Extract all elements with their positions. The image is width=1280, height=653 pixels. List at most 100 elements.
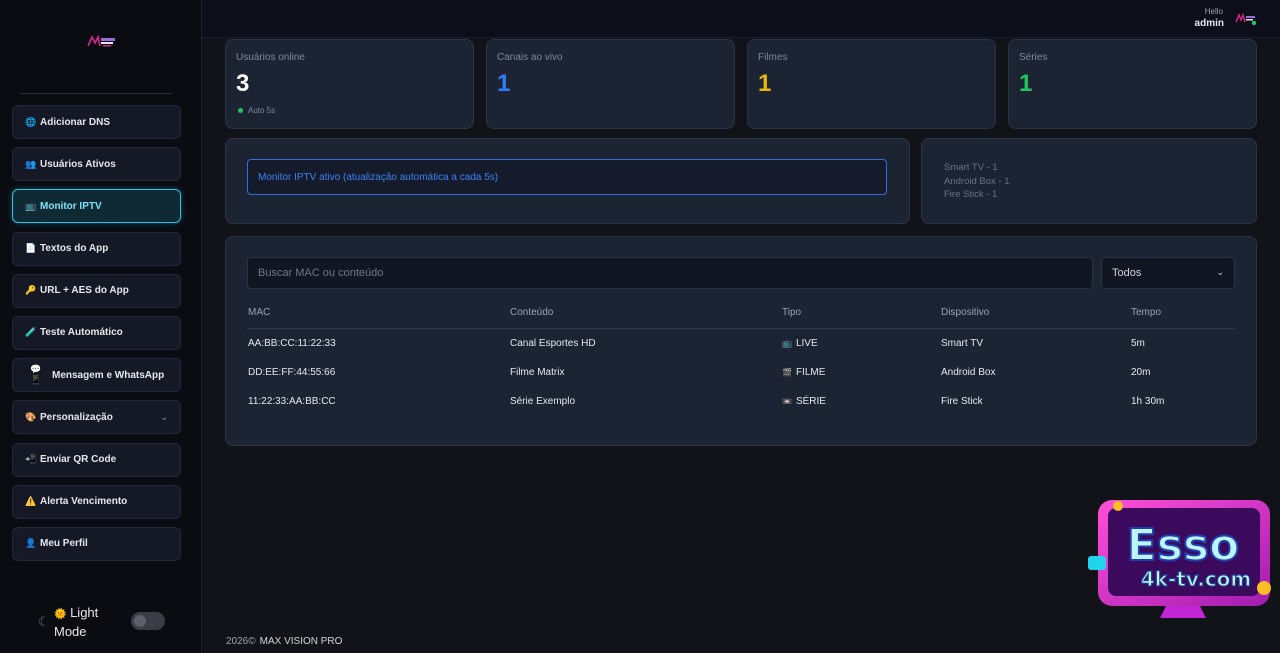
greeting: Hello: [1204, 7, 1223, 16]
stat-label: Usuários online: [236, 52, 305, 63]
monitor-status-card: Monitor IPTV ativo (atualização automáti…: [225, 138, 910, 224]
sidebar-divider: [20, 93, 172, 94]
moon-icon: ☾: [38, 614, 50, 629]
globe-icon: 🌐: [25, 116, 37, 127]
palette-icon: 🎨: [25, 411, 37, 422]
sidebar-item-usuarios-ativos[interactable]: 👥 Usuários Ativos: [12, 147, 181, 182]
sidebar-item-alerta-vencimento[interactable]: ⚠️ Alerta Vencimento: [12, 484, 181, 519]
film-icon: 🎬: [782, 368, 792, 377]
sun-icon: 🌞: [54, 609, 67, 620]
test-icon: 🧪: [25, 327, 37, 338]
sidebar-item-label: Enviar QR Code: [40, 454, 117, 465]
sidebar-item-label: Teste Automático: [40, 327, 123, 339]
message-phone-icon: 💬📱: [30, 364, 42, 386]
column-header-mac: MAC: [248, 307, 271, 318]
sidebar-item-url-aes[interactable]: 🔑 URL + AES do App: [12, 273, 181, 308]
sidebar-item-label: Mensagem e WhatsApp: [52, 369, 165, 381]
switch-knob: [134, 615, 146, 627]
cell-content: Filme Matrix: [510, 367, 565, 378]
cell-mac: 11:22:33:AA:BB:CC: [248, 396, 336, 407]
type-label: SÉRIE: [795, 396, 826, 407]
sidebar-item-label: Meu Perfil: [40, 538, 88, 550]
stat-label: Filmes: [758, 52, 788, 63]
device-count: Smart TV - 1: [944, 162, 998, 173]
type-filter-select[interactable]: Todos ⌄: [1101, 257, 1235, 289]
cell-mac: AA:BB:CC:11:22:33: [248, 338, 336, 349]
cell-time: 20m: [1131, 367, 1151, 378]
document-icon: 📄: [25, 243, 37, 254]
stat-card-series: Séries 1: [1008, 39, 1257, 129]
users-icon: 👥: [25, 158, 37, 169]
theme-switch[interactable]: [131, 612, 165, 630]
sidebar-item-label: Adicionar DNS: [40, 116, 111, 128]
cell-type: 📺 LIVE: [782, 338, 818, 349]
warning-icon: ⚠️: [25, 496, 37, 507]
sidebar-item-mensagem-whatsapp[interactable]: 💬📱 Mensagem e WhatsApp: [12, 358, 181, 393]
sidebar-item-teste-automatico[interactable]: 🧪 Teste Automático: [12, 315, 181, 350]
stat-card-users-online: Usuários online 3 Auto 5s: [225, 39, 474, 129]
table-row[interactable]: 11:22:33:AA:BB:CC Série Exemplo 📼 SÉRIE F…: [247, 387, 1235, 416]
chevron-down-icon: ⌄: [160, 412, 168, 423]
type-label: LIVE: [795, 338, 818, 349]
table-row[interactable]: AA:BB:CC:11:22:33 Canal Esportes HD 📺 LIV…: [247, 329, 1235, 358]
sidebar-item-enviar-qr-code[interactable]: 📲 Enviar QR Code: [12, 442, 181, 477]
sidebar: 🌐 Adicionar DNS 👥 Usuários Ativos 📺 Moni…: [0, 0, 202, 653]
stat-label: Séries: [1019, 52, 1048, 63]
sidebar-item-personalizacao[interactable]: 🎨 Personalização ⌄: [12, 400, 181, 435]
sidebar-item-meu-perfil[interactable]: 👤 Meu Perfil: [12, 526, 181, 561]
sidebar-item-adicionar-dns[interactable]: 🌐 Adicionar DNS: [12, 105, 181, 139]
cell-mac: DD:EE:FF:44:55:66: [248, 367, 336, 378]
footer: 2026© MAX VISION PRO: [226, 636, 342, 647]
tv-icon: 📺: [782, 339, 792, 348]
stat-value: 1: [497, 70, 511, 97]
sidebar-item-label: URL + AES do App: [40, 285, 129, 297]
stat-card-live-channels: Canais ao vivo 1: [486, 39, 735, 129]
svg-text:Esso: Esso: [1127, 520, 1240, 571]
auto-refresh-label: Auto 5s: [248, 106, 276, 115]
tape-icon: 📼: [782, 397, 792, 406]
cell-time: 1h 30m: [1131, 396, 1165, 407]
status-dot-icon: [238, 108, 243, 113]
cell-device: Fire Stick: [941, 396, 983, 407]
username[interactable]: admin: [1195, 18, 1224, 29]
stat-value: 1: [1019, 70, 1033, 97]
cell-device: Android Box: [941, 367, 996, 378]
avatar[interactable]: [1234, 12, 1258, 26]
sessions-table-card: Todos ⌄ MAC Conteúdo Tipo Dispositivo Te…: [225, 236, 1257, 446]
stat-label: Canais ao vivo: [497, 52, 563, 63]
brand-watermark-logo: Esso 4k-tv.com: [1088, 500, 1271, 618]
profile-icon: 👤: [25, 538, 37, 549]
sidebar-item-textos-do-app[interactable]: 📄 Textos do App: [12, 231, 181, 266]
qr-send-icon: 📲: [25, 454, 37, 464]
device-count: Fire Stick - 1: [944, 189, 998, 200]
cell-content: Série Exemplo: [510, 396, 576, 407]
stat-card-movies: Filmes 1: [747, 39, 996, 129]
column-header-type: Tipo: [782, 307, 802, 318]
column-header-device: Dispositivo: [941, 307, 990, 318]
theme-label: 🌞 Light Mode: [54, 604, 114, 640]
column-header-time: Tempo: [1131, 307, 1162, 318]
sidebar-item-label: Alerta Vencimento: [40, 496, 128, 508]
column-header-content: Conteúdo: [510, 307, 554, 318]
svg-text:4k-tv.com: 4k-tv.com: [1141, 567, 1252, 591]
footer-year: 2026©: [226, 636, 256, 647]
stat-value: 1: [758, 70, 772, 97]
sidebar-item-label: Personalização: [40, 411, 113, 423]
device-list: Smart TV - 1 Android Box - 1 Fire Stick …: [944, 161, 1009, 202]
sidebar-item-label: Monitor IPTV: [40, 200, 102, 212]
cell-device: Smart TV: [941, 338, 984, 349]
cell-content: Canal Esportes HD: [510, 338, 596, 349]
sidebar-item-monitor-iptv[interactable]: 📺 Monitor IPTV: [12, 189, 181, 224]
search-input[interactable]: [247, 257, 1093, 289]
sessions-table: MAC Conteúdo Tipo Dispositivo Tempo AA:B…: [247, 307, 1235, 416]
sidebar-item-label: Usuários Ativos: [40, 158, 116, 170]
type-label: FILME: [795, 367, 826, 378]
device-count: Android Box - 1: [944, 175, 1010, 187]
table-row[interactable]: DD:EE:FF:44:55:66 Filme Matrix 🎬 FILME An…: [247, 358, 1235, 387]
theme-toggle[interactable]: ☾ 🌞 Light Mode: [38, 604, 168, 640]
cell-type: 📼 SÉRIE: [782, 396, 826, 407]
cell-type: 🎬 FILME: [782, 367, 825, 378]
monitor-alert: Monitor IPTV ativo (atualização automáti…: [247, 159, 887, 195]
device-summary-card: Smart TV - 1 Android Box - 1 Fire Stick …: [921, 138, 1257, 224]
app-logo: [87, 34, 115, 47]
